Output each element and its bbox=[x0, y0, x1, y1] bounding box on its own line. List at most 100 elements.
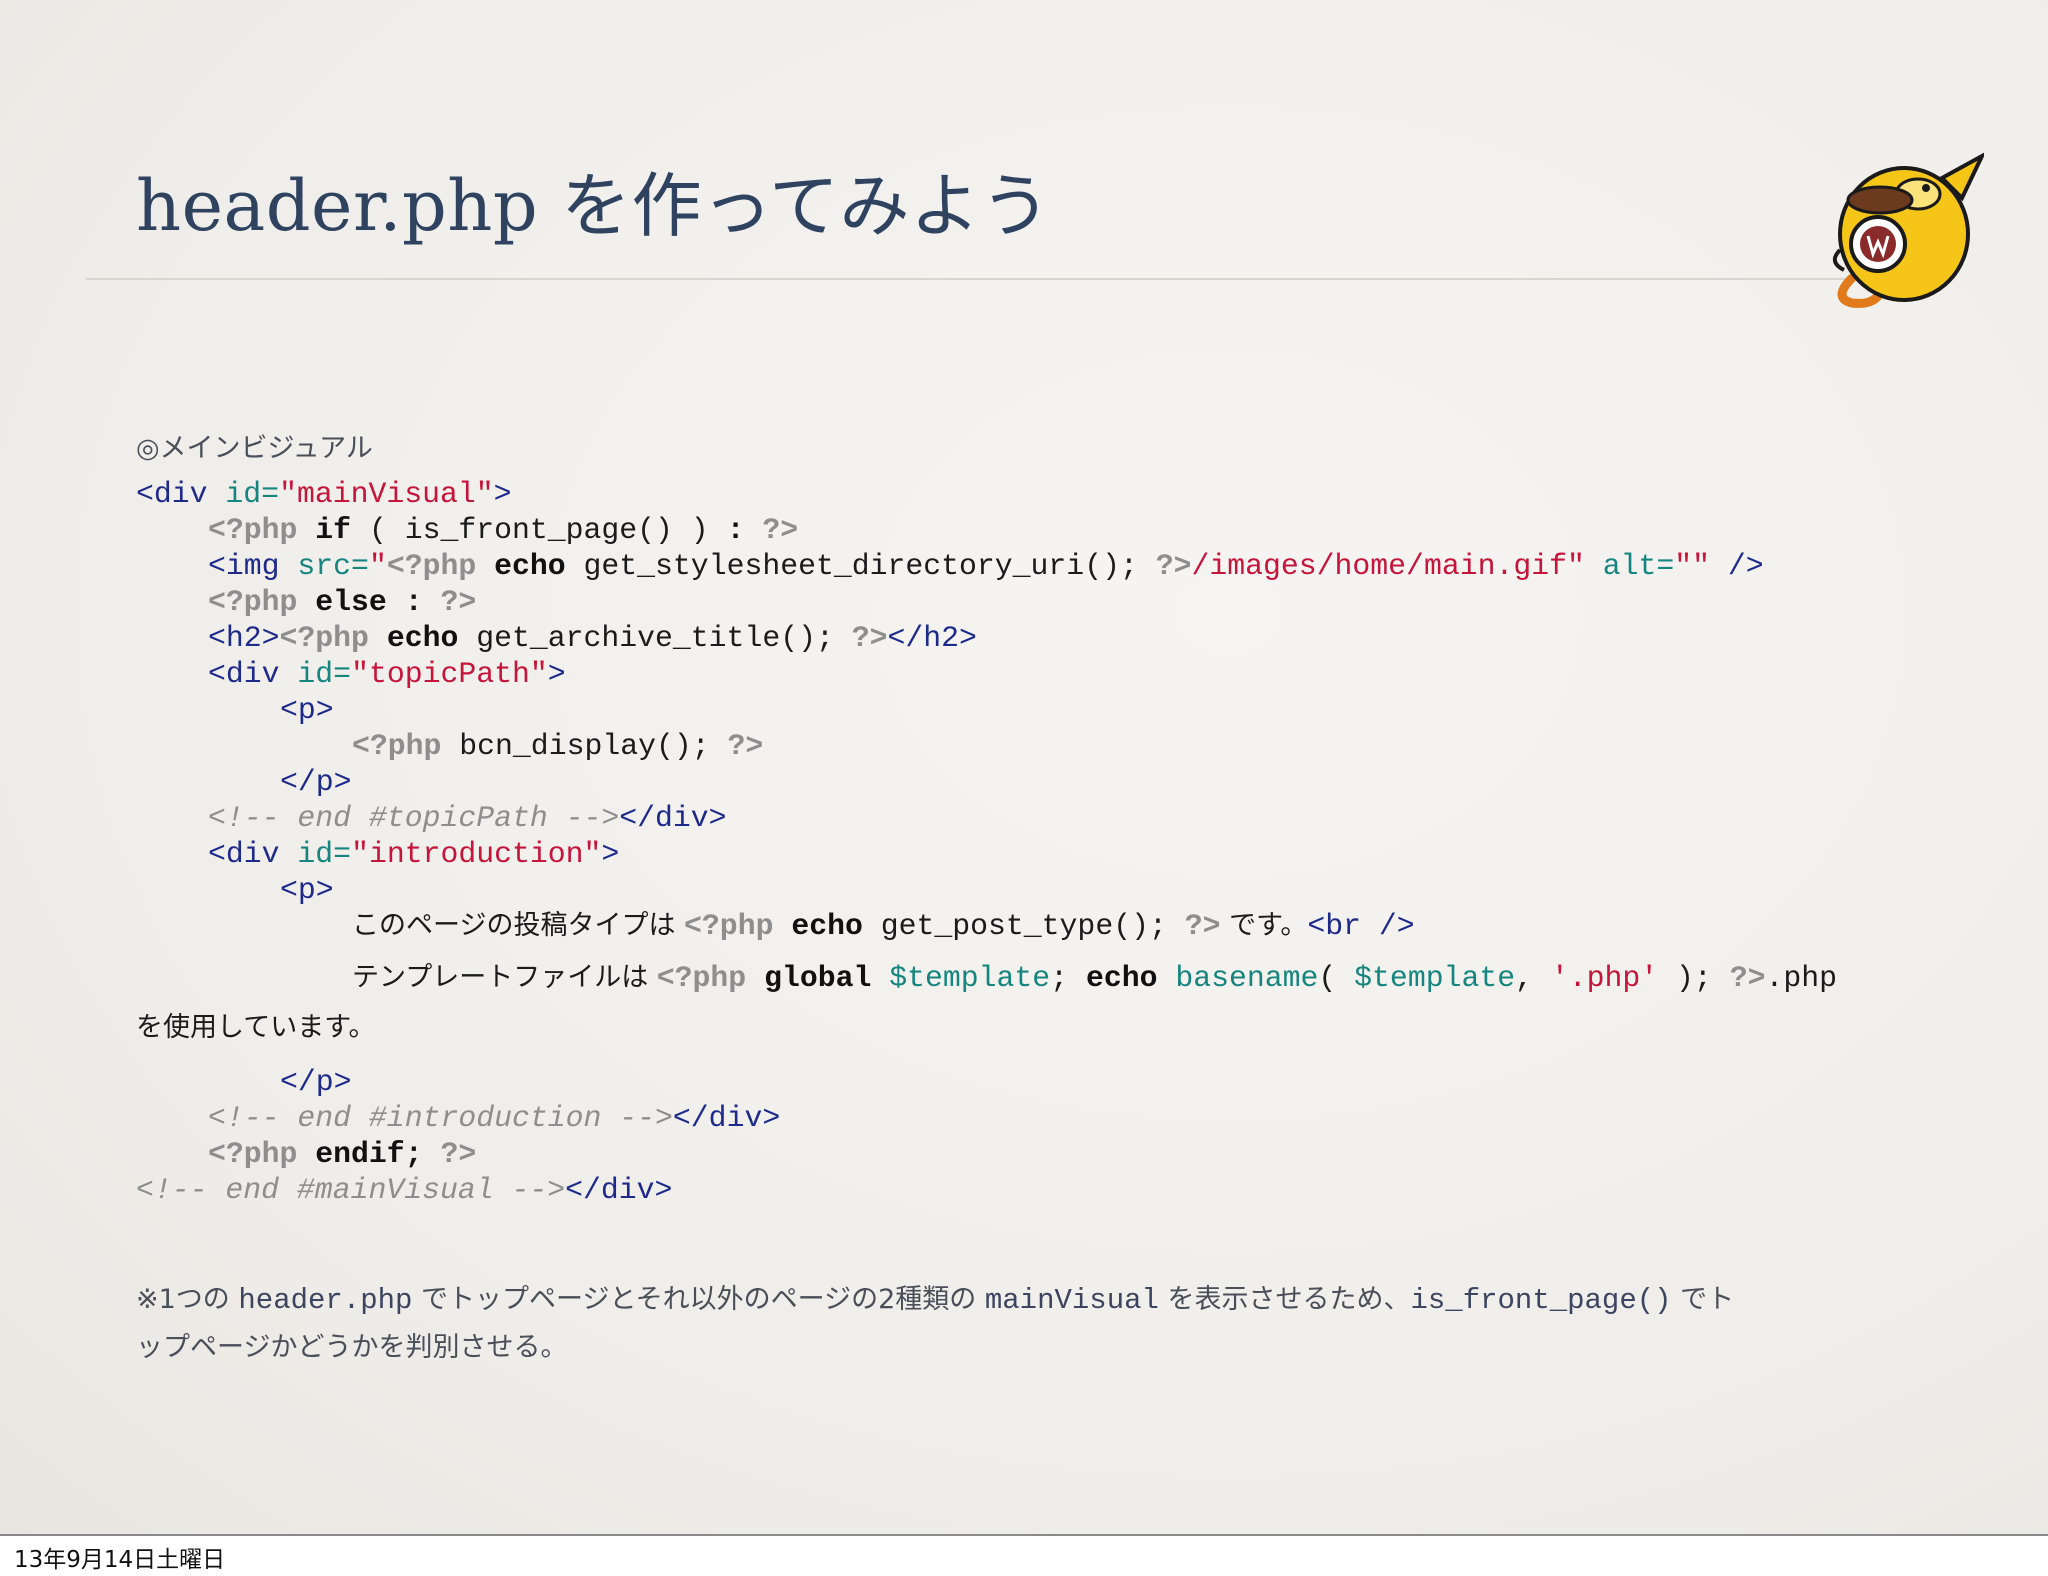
code-token: bcn_display(); bbox=[441, 729, 728, 763]
footnote-text: を表示させるため、 bbox=[1158, 1284, 1411, 1315]
code-token: , bbox=[1515, 961, 1551, 995]
code-token: global bbox=[746, 961, 872, 995]
code-token: ?> bbox=[744, 513, 799, 547]
code-line: <?php else : ?> bbox=[208, 584, 476, 620]
code-token: get_archive_title(); bbox=[458, 621, 852, 655]
code-token: get_stylesheet_directory_uri(); bbox=[565, 549, 1156, 583]
code-token: ( is_front_page() ) bbox=[351, 513, 727, 547]
section-heading: ◎メインビジュアル bbox=[136, 433, 373, 464]
wapuu-mascot-icon bbox=[1832, 152, 1984, 308]
footnote-code: mainVisual bbox=[984, 1284, 1159, 1317]
code-token: $template bbox=[871, 961, 1051, 995]
code-token: <?php bbox=[208, 1137, 298, 1171]
code-text: テンプレートファイルは bbox=[352, 962, 657, 993]
code-token: echo bbox=[1085, 961, 1158, 995]
footnote-text: ※1つの bbox=[136, 1284, 239, 1315]
code-token: id= bbox=[297, 837, 352, 871]
code-token: <div bbox=[136, 477, 226, 511]
code-token: <p> bbox=[280, 693, 334, 727]
code-token: <p> bbox=[280, 873, 334, 907]
code-token: get_post_type(); bbox=[862, 909, 1185, 943]
code-line: このページの投稿タイプは <?php echo get_post_type();… bbox=[352, 908, 1415, 944]
code-line: <div id="mainVisual"> bbox=[136, 476, 512, 512]
code-token: alt= bbox=[1584, 549, 1675, 583]
code-line: <!-- end #mainVisual --></div> bbox=[136, 1172, 672, 1208]
code-token: <?php bbox=[208, 513, 298, 547]
code-token: ?> bbox=[422, 585, 477, 619]
code-line: <!-- end #topicPath --></div> bbox=[208, 800, 727, 836]
code-token: <div bbox=[208, 657, 298, 691]
code-comment: <!-- end #topicPath --> bbox=[208, 801, 620, 835]
code-text: を使用しています。 bbox=[136, 1012, 376, 1043]
code-line: <div id="topicPath"> bbox=[208, 656, 566, 692]
code-token: <?php bbox=[352, 729, 442, 763]
code-line: <div id="introduction"> bbox=[208, 836, 619, 872]
footnote-text: でト bbox=[1671, 1284, 1735, 1315]
code-token: ?> bbox=[1729, 961, 1766, 995]
code-token: echo bbox=[368, 621, 459, 655]
code-line: を使用しています。 bbox=[136, 1010, 376, 1046]
footnote-text: でトップページとそれ以外のページの2種類の bbox=[412, 1284, 985, 1315]
code-line: <?php endif; ?> bbox=[208, 1136, 476, 1172]
footnote-code: is_front_page() bbox=[1410, 1284, 1672, 1317]
title-divider bbox=[86, 278, 1876, 280]
code-token: </p> bbox=[280, 1065, 352, 1099]
code-line: <p> bbox=[280, 872, 334, 908]
slide: header.php を作ってみよう ◎メインビジュアル <div id="ma… bbox=[0, 0, 2048, 1536]
code-token: <img bbox=[208, 549, 298, 583]
code-line: <?php if ( is_front_page() ) : ?> bbox=[208, 512, 798, 548]
footnote-line: ップページかどうかを判別させる。 bbox=[136, 1328, 567, 1368]
code-line: <h2><?php echo get_archive_title(); ?></… bbox=[208, 620, 977, 656]
code-token: </h2> bbox=[887, 621, 977, 655]
code-token: $template bbox=[1354, 961, 1516, 995]
code-token: "introduction" bbox=[351, 837, 602, 871]
code-token: > bbox=[547, 657, 566, 691]
code-token: </div> bbox=[672, 1101, 781, 1135]
code-line: <?php bcn_display(); ?> bbox=[352, 728, 763, 764]
code-token: <?php bbox=[684, 909, 774, 943]
code-token: id= bbox=[297, 657, 352, 691]
code-comment: <!-- end #mainVisual --> bbox=[136, 1173, 566, 1207]
code-token: <div bbox=[208, 837, 298, 871]
code-token: > bbox=[601, 837, 620, 871]
code-token: " bbox=[368, 549, 387, 583]
code-token: /> bbox=[1710, 549, 1764, 583]
code-token: </p> bbox=[280, 765, 352, 799]
code-token: endif; bbox=[297, 1137, 423, 1171]
code-token: : bbox=[726, 513, 745, 547]
code-token: </div> bbox=[619, 801, 727, 835]
code-token: "" bbox=[1674, 549, 1711, 583]
code-token: id= bbox=[225, 477, 280, 511]
code-comment: <!-- end #introduction --> bbox=[208, 1101, 673, 1135]
code-token: /images/home/main.gif" bbox=[1191, 549, 1585, 583]
code-token: '.php' bbox=[1550, 961, 1659, 995]
code-token: ( bbox=[1318, 961, 1355, 995]
code-text: このページの投稿タイプは bbox=[352, 910, 685, 941]
code-token: ?> bbox=[727, 729, 764, 763]
code-token: else : bbox=[297, 585, 423, 619]
code-token: src= bbox=[297, 549, 369, 583]
footnote-line: ※1つの header.php でトップページとそれ以外のページの2種類の ma… bbox=[136, 1280, 1734, 1321]
code-text: です。 bbox=[1220, 910, 1308, 941]
code-token: basename bbox=[1157, 961, 1319, 995]
code-token: "topicPath" bbox=[351, 657, 548, 691]
code-token: <?php bbox=[208, 585, 298, 619]
code-line: </p> bbox=[280, 764, 352, 800]
code-token: <br /> bbox=[1307, 909, 1415, 943]
code-line: <!-- end #introduction --></div> bbox=[208, 1100, 780, 1136]
code-token: ?> bbox=[422, 1137, 477, 1171]
code-token: <?php bbox=[386, 549, 477, 583]
code-line: <p> bbox=[280, 692, 334, 728]
code-token: ; bbox=[1050, 961, 1086, 995]
code-line: </p> bbox=[280, 1064, 352, 1100]
code-token: ); bbox=[1658, 961, 1730, 995]
code-token: .php bbox=[1765, 961, 1837, 995]
code-line: テンプレートファイルは <?php global $template; echo… bbox=[352, 960, 1837, 996]
code-token: <?php bbox=[656, 961, 747, 995]
code-token: </div> bbox=[565, 1173, 673, 1207]
code-token: ?> bbox=[1184, 909, 1221, 943]
code-token: ?> bbox=[851, 621, 888, 655]
code-token: ?> bbox=[1155, 549, 1192, 583]
footnote-code: header.php bbox=[238, 1284, 413, 1317]
code-token: > bbox=[493, 477, 512, 511]
